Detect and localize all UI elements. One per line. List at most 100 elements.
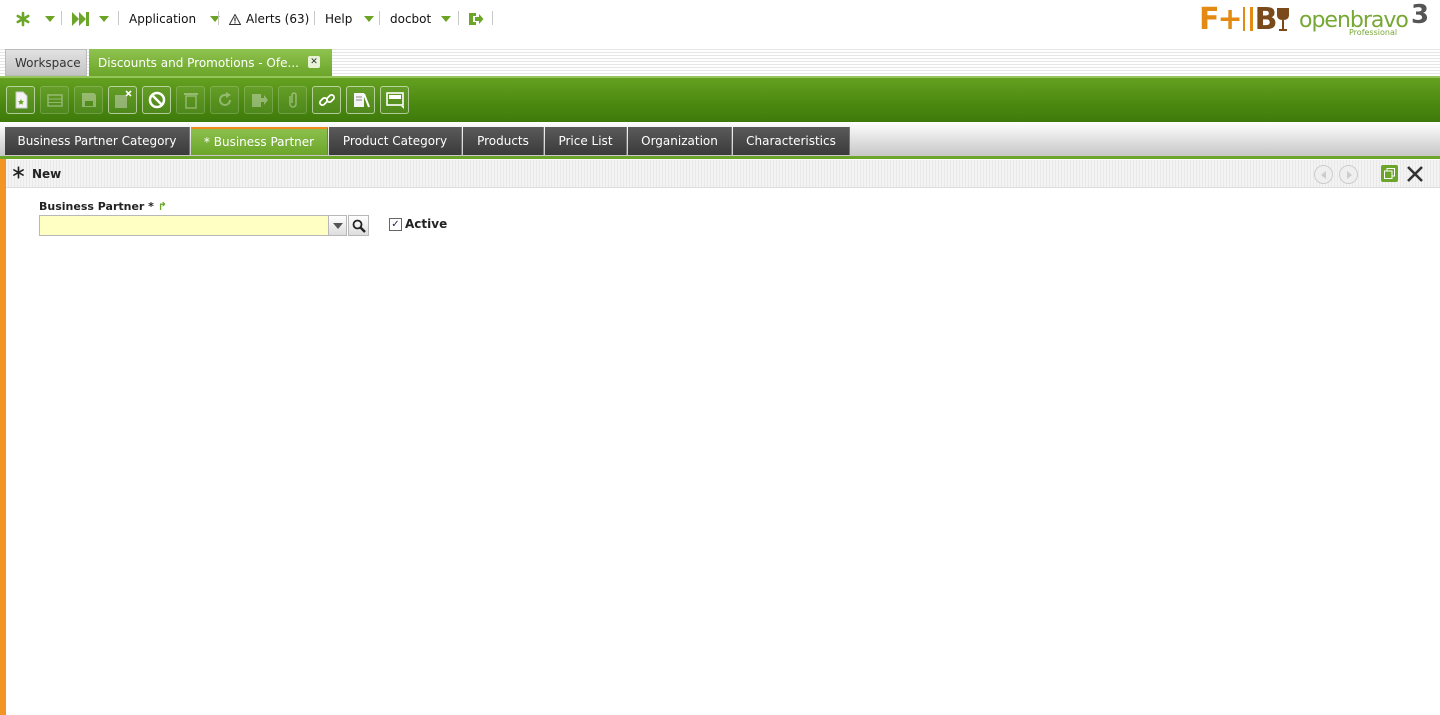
chevron-right-icon [1346,170,1352,179]
export-button[interactable] [244,86,273,114]
close-form-button[interactable] [1405,164,1425,184]
tab-products[interactable]: Products [463,127,544,155]
subtab-bar: Business Partner Category * Business Par… [0,122,1440,156]
application-menu-label: Application [129,12,197,26]
chevron-down-icon [441,16,452,22]
tab-workspace-label: Workspace [15,55,81,70]
active-record-indicator [0,159,6,715]
application-menu[interactable]: Application [129,8,221,30]
search-icon [352,219,366,233]
nav-separator [118,11,119,25]
help-menu-label: Help [325,12,353,26]
business-partner-dropdown-button[interactable] [328,215,347,236]
delete-button[interactable] [176,86,205,114]
tab-price-list[interactable]: Price List [545,127,627,155]
grid-view-toggle[interactable] [380,86,409,114]
tab-business-partner-category[interactable]: Business Partner Category [5,127,190,155]
save-close-button[interactable] [108,86,137,114]
top-navigation: Application Alerts (63) Help docbot F+ B… [0,0,1440,40]
paperclip-icon [288,92,297,108]
fork-knife-icon [1242,7,1253,31]
nav-separator [379,11,380,25]
tab-label: Products [477,134,529,148]
link-icon [318,94,335,106]
chevron-down-icon [364,16,375,22]
new-document-button[interactable] [6,86,35,114]
trash-icon [183,93,198,109]
active-label: Active [405,217,448,231]
fast-forward-icon [72,12,89,26]
quick-create-button[interactable] [72,8,109,30]
asterisk-icon [16,11,30,27]
link-button[interactable] [312,86,341,114]
new-row-icon [46,94,63,107]
openbravo-logo: openbravo 3 Professional [1299,0,1435,38]
alerts-label: Alerts (63) [246,12,310,26]
tab-label: Price List [558,134,613,148]
help-menu[interactable]: Help [325,8,375,30]
tab-business-partner[interactable]: * Business Partner [191,127,328,155]
tab-product-category[interactable]: Product Category [329,127,462,155]
close-icon [1407,166,1423,182]
maximize-icon [1384,168,1395,179]
save-close-icon [114,90,132,108]
new-document-icon [15,91,27,109]
tab-workspace[interactable]: Workspace [5,49,87,76]
link-arrow-icon[interactable]: ↱ [158,200,167,213]
nav-separator [314,11,315,25]
audit-trail-button[interactable] [346,86,375,114]
save-icon [81,93,96,107]
alerts-link[interactable]: Alerts (63) [229,8,309,30]
business-partner-search-button[interactable] [348,215,369,236]
active-checkbox[interactable]: ✓ [389,218,402,231]
chevron-left-icon [1320,170,1326,179]
tab-label: Characteristics [746,134,836,148]
warning-icon [229,13,241,25]
close-icon[interactable]: ✕ [308,56,320,68]
nav-separator [61,11,62,25]
maximize-button[interactable] [1381,165,1398,182]
refresh-button[interactable] [210,86,239,114]
attachments-button[interactable] [278,86,307,114]
user-menu-label: docbot [390,12,432,26]
business-partner-label-text: Business Partner * [39,200,154,213]
previous-record-button[interactable] [1314,165,1333,184]
user-menu[interactable]: docbot [390,8,452,30]
tab-discounts-promotions-label: Discounts and Promotions - Ofe... [98,55,299,70]
fyb-logo-b: B [1254,2,1278,37]
quick-launch-button[interactable] [15,8,55,30]
nav-separator [492,11,493,25]
tab-discounts-promotions[interactable]: Discounts and Promotions - Ofe... ✕ [89,49,332,76]
export-icon [251,94,268,107]
save-button[interactable] [74,86,103,114]
logout-button[interactable] [468,8,484,30]
toolbar [0,76,1440,122]
refresh-icon [218,92,231,106]
business-partner-input[interactable] [39,215,329,236]
audit-icon [353,93,370,108]
window-tabbar: Workspace Discounts and Promotions - Ofe… [0,48,1440,76]
new-row-button[interactable] [40,86,69,114]
undo-button[interactable] [142,86,171,114]
form-header: New [6,160,1440,188]
logout-icon [469,13,484,25]
chevron-down-icon [332,222,343,229]
business-partner-label: Business Partner * ↱ [39,200,167,213]
openbravo-logo-version: 3 [1411,0,1430,30]
wine-glass-icon [1276,8,1289,31]
tab-characteristics[interactable]: Characteristics [733,127,850,155]
tab-organization[interactable]: Organization [628,127,732,155]
new-record-icon [12,166,25,183]
openbravo-logo-edition: Professional [1349,28,1398,37]
tab-label: Business Partner Category [17,134,177,148]
form-header-title: New [32,167,62,181]
nav-separator [218,11,219,25]
cancel-icon [148,91,165,109]
next-record-button[interactable] [1339,165,1358,184]
tab-label: * Business Partner [203,135,315,149]
tab-label: Organization [641,134,718,148]
tab-label: Product Category [342,134,448,148]
fyb-logo: F+ B [1199,4,1290,36]
chevron-down-icon [99,16,109,22]
form-grid-icon [385,92,404,109]
